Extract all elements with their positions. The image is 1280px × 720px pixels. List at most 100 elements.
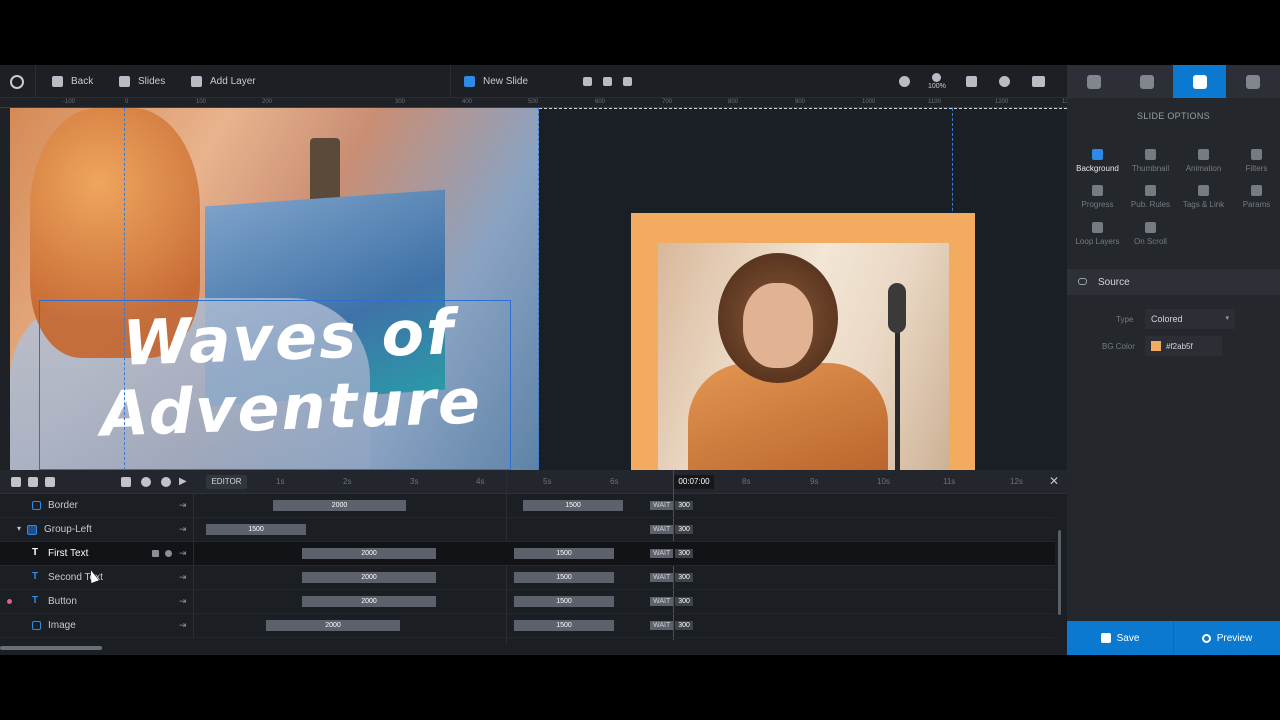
layer-name[interactable]: Group-Left [44,524,92,535]
bg-color-picker[interactable]: #f2ab5f [1145,336,1222,356]
row-divider [193,542,194,566]
loop-icon[interactable] [141,477,151,487]
timeline-horizontal-scrollbar[interactable] [0,646,102,650]
slide-option-on-scroll[interactable]: On Scroll [1124,222,1177,246]
tab-general-settings[interactable] [1067,65,1120,98]
type-select[interactable]: Colored ▾ [1145,309,1235,329]
wait-block[interactable]: WAIT 300 [650,548,693,559]
duplicate-slide-button[interactable] [603,65,612,98]
play-icon[interactable]: ▶ [179,476,187,487]
wait-block[interactable]: WAIT 300 [650,524,693,535]
out-animation-bar[interactable]: 1500 [514,596,614,607]
slide-option-pub-rules[interactable]: Pub. Rules [1124,185,1177,209]
lock-icon[interactable] [152,550,159,557]
in-animation-bar[interactable]: 2000 [302,596,436,607]
in-animation-bar[interactable]: 2000 [302,548,436,559]
help-button[interactable] [899,65,910,98]
jump-to-layer-icon[interactable]: ⇥ [179,500,187,511]
save-icon [1100,633,1111,643]
layer-name[interactable]: Button [48,596,77,607]
out-animation-bar[interactable]: 1500 [523,500,623,511]
close-icon[interactable]: ✕ [1049,474,1059,488]
tab-slide-options[interactable] [1173,65,1226,98]
out-animation-bar[interactable]: 1500 [514,620,614,631]
in-animation-bar[interactable]: 2000 [302,572,436,583]
slide-selector[interactable]: New Slide [464,65,528,98]
layer-name[interactable]: Border [48,500,78,511]
wait-block[interactable]: WAIT 300 [650,596,693,607]
slide-option-label: Tags & Link [1182,200,1225,209]
slide-option-background[interactable]: Background [1071,149,1124,173]
slide-option-label: Progress [1081,200,1114,209]
timeline-row[interactable]: Border ⇥ 2000 1500 WAIT 300 [0,494,1055,518]
add-layer-button[interactable]: Add Layer [191,65,256,98]
zoom-button[interactable]: 100% [928,65,946,98]
slide-option-thumbnail[interactable]: Thumbnail [1124,149,1177,173]
jump-to-layer-icon[interactable]: ⇥ [179,596,187,607]
slides-button[interactable]: Slides [119,65,165,98]
current-time-display[interactable]: 00:07:00 [674,475,714,489]
ruler-left [0,108,10,470]
layer-name[interactable]: First Text [48,548,88,559]
source-section-header[interactable]: Source [1067,269,1280,295]
jump-to-layer-icon[interactable]: ⇥ [179,572,187,583]
preview-button[interactable]: Preview [1173,621,1280,655]
out-animation-bar[interactable]: 1500 [514,572,614,583]
clock-icon [1145,185,1156,196]
slide-option-tags-link[interactable]: Tags & Link [1177,185,1230,209]
grid-icon[interactable] [121,477,131,487]
wait-label: WAIT [650,573,674,582]
timeline-row[interactable]: T First Text ⇥ 2000 1500 WAIT 300 [0,542,1055,566]
pointer-tool-button[interactable] [966,65,977,98]
back-button[interactable]: Back [52,65,93,98]
list-icon[interactable] [28,477,38,487]
slide-option-loop-layers[interactable]: Loop Layers [1071,222,1124,246]
slide-option-filters[interactable]: Filters [1230,149,1280,173]
tab-navigation[interactable] [1120,65,1173,98]
settings-icon[interactable] [161,477,171,487]
out-animation-bar[interactable]: 1500 [514,548,614,559]
slide-option-params[interactable]: Params [1230,185,1280,209]
layer-name[interactable]: Image [48,620,76,631]
undo-button[interactable] [999,65,1010,98]
slide-option-label: Filters [1245,164,1268,173]
timeline-vertical-scrollbar[interactable] [1058,530,1061,615]
tab-layers[interactable] [1226,65,1280,98]
slide-canvas[interactable]: Waves of Adventure [10,108,1067,470]
slide-option-progress[interactable]: Progress [1071,185,1124,209]
in-animation-bar[interactable]: 1500 [206,524,306,535]
layers-icon[interactable] [11,477,21,487]
in-animation-bar[interactable]: 2000 [266,620,400,631]
type-label: Type [1116,315,1134,324]
timeline-tick-label: 5s [543,477,552,486]
timeline-row[interactable]: T Button ⇥ 2000 1500 WAIT 300 [0,590,1055,614]
wait-block[interactable]: WAIT 300 [650,500,693,511]
in-animation-bar[interactable]: 2000 [273,500,406,511]
wordpress-logo-button[interactable] [10,65,24,98]
singer-image-layer[interactable] [658,243,949,470]
visibility-icon[interactable] [165,550,172,557]
folder-icon[interactable] [45,477,55,487]
wait-block[interactable]: WAIT 300 [650,572,693,583]
delete-slide-button[interactable] [623,65,632,98]
text-layer-icon: T [32,595,39,606]
save-button[interactable]: Save [1067,621,1173,655]
source-label: Source [1098,277,1130,288]
ruler-tick-label: 0 [125,99,129,105]
jump-to-layer-icon[interactable]: ⇥ [179,524,187,535]
timeline-row[interactable]: ▾ Group-Left ⇥ 1500 WAIT 300 [0,518,1055,542]
timeline-row[interactable]: T Second Text ⇥ 2000 1500 WAIT 300 [0,566,1055,590]
slide-name: New Slide [483,76,529,87]
chevron-down-icon[interactable]: ▾ [17,524,21,533]
jump-to-layer-icon[interactable]: ⇥ [179,548,187,559]
rename-slide-button[interactable] [583,65,592,98]
jump-to-layer-icon[interactable]: ⇥ [179,620,187,631]
slide-option-label: Background [1076,164,1119,173]
slide-option-animation[interactable]: Animation [1177,149,1230,173]
timeline-row[interactable]: Image ⇥ 2000 1500 WAIT 300 [0,614,1055,638]
device-desktop-button[interactable] [1032,65,1045,98]
row-divider [193,518,194,542]
editor-button[interactable]: EDITOR [206,475,247,489]
headline-text-layer[interactable]: Waves of Adventure [68,295,513,450]
wait-block[interactable]: WAIT 300 [650,620,693,631]
